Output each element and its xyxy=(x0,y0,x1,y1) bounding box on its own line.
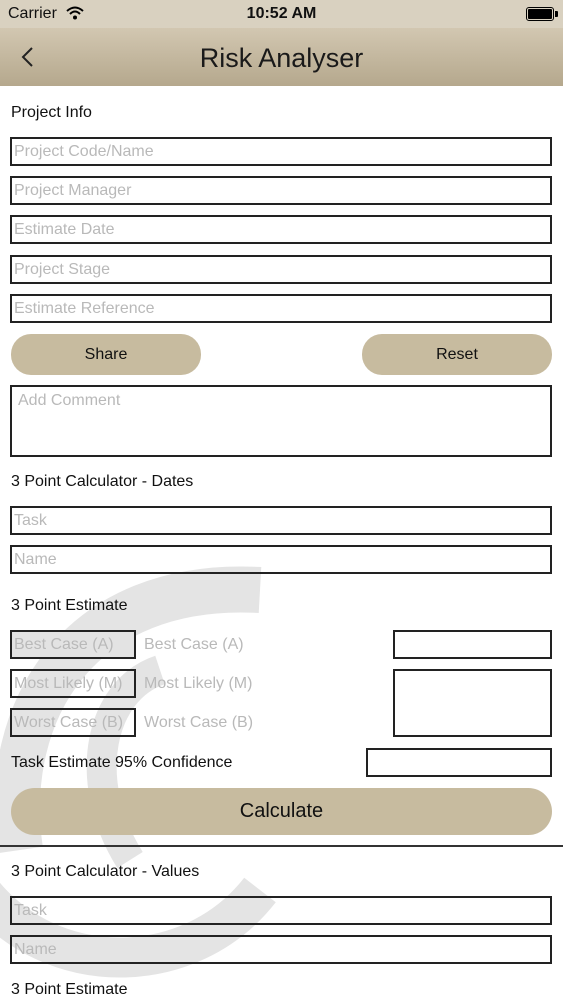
comment-textarea[interactable] xyxy=(10,385,552,457)
project-code-input[interactable] xyxy=(10,137,552,166)
estimate-date-input[interactable] xyxy=(10,215,552,244)
form-content: Project Info Share Reset 3 Point Calcula… xyxy=(0,86,563,1000)
nav-bar: Risk Analyser xyxy=(0,28,563,86)
range-result[interactable] xyxy=(393,669,552,737)
dates-calculator-heading: 3 Point Calculator - Dates xyxy=(11,473,194,490)
confidence-result[interactable] xyxy=(366,748,552,777)
dates-task-input[interactable] xyxy=(10,506,552,535)
page-title: Risk Analyser xyxy=(199,43,364,73)
best-case-result[interactable] xyxy=(393,630,552,659)
values-estimate-heading: 3 Point Estimate xyxy=(11,981,128,998)
project-stage-input[interactable] xyxy=(10,255,552,284)
worst-case-hint: Worst Case (B) xyxy=(144,714,254,731)
dates-name-input[interactable] xyxy=(10,545,552,574)
project-info-heading: Project Info xyxy=(11,104,92,121)
battery-tip xyxy=(555,11,558,17)
status-time: 10:52 AM xyxy=(246,5,317,22)
most-likely-hint: Most Likely (M) xyxy=(144,675,253,692)
project-manager-input[interactable] xyxy=(10,176,552,205)
battery-icon xyxy=(526,7,554,21)
best-case-hint: Best Case (A) xyxy=(144,636,244,653)
status-bar: Carrier 10:52 AM xyxy=(0,0,563,28)
dates-estimate-heading: 3 Point Estimate xyxy=(11,597,128,614)
best-case-input[interactable] xyxy=(10,630,136,659)
confidence-label: Task Estimate 95% Confidence xyxy=(11,754,233,771)
most-likely-input[interactable] xyxy=(10,669,136,698)
estimate-reference-input[interactable] xyxy=(10,294,552,323)
section-divider xyxy=(0,845,563,847)
calculate-button[interactable]: Calculate xyxy=(11,788,552,835)
values-task-input[interactable] xyxy=(10,896,552,925)
worst-case-input[interactable] xyxy=(10,708,136,737)
values-name-input[interactable] xyxy=(10,935,552,964)
reset-button[interactable]: Reset xyxy=(362,334,552,375)
values-calculator-heading: 3 Point Calculator - Values xyxy=(11,863,200,880)
share-button[interactable]: Share xyxy=(11,334,201,375)
